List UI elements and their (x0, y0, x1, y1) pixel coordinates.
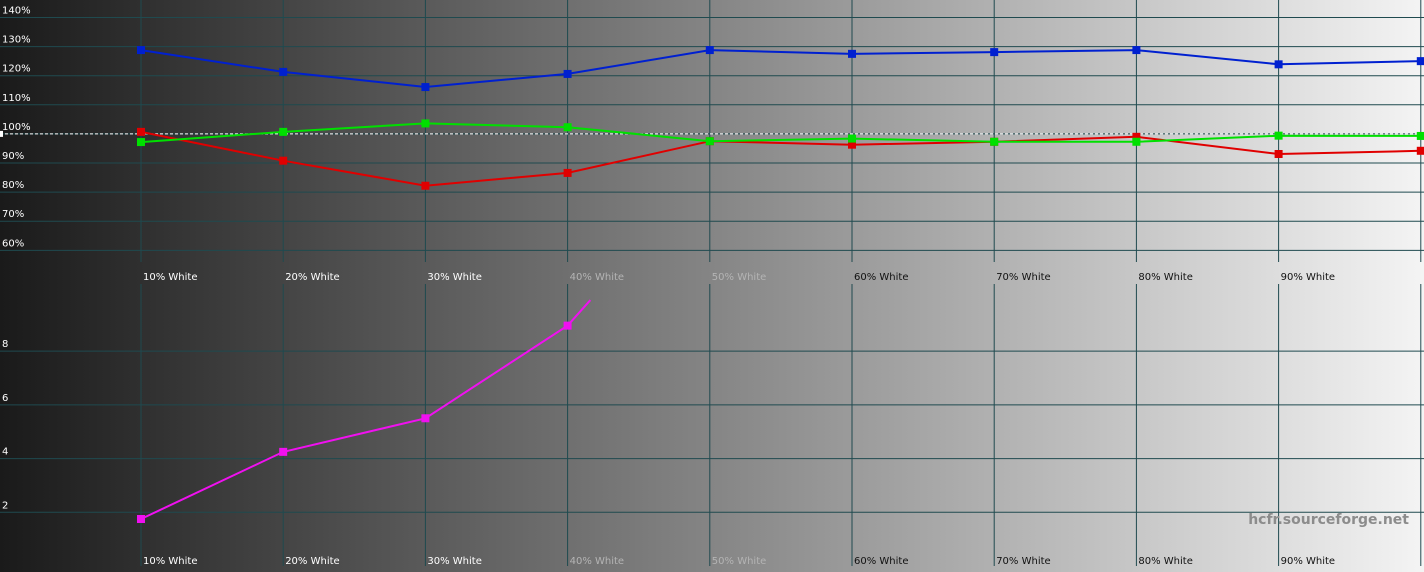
data-point-red (137, 127, 145, 136)
x-category-label: 20% White (285, 556, 339, 567)
data-point-blue (279, 67, 288, 76)
data-point-green (1132, 137, 1141, 146)
x-category-label: 30% White (427, 556, 481, 567)
x-category-label: 90% White (1281, 556, 1335, 567)
x-category-label: 90% White (1281, 272, 1335, 283)
y-tick-label: 2 (2, 500, 8, 511)
y-tick-label: 6 (2, 393, 8, 404)
data-point-green (1274, 131, 1283, 140)
y-tick-label: 120% (2, 64, 31, 75)
data-point-green (421, 119, 430, 128)
data-point-blue (563, 69, 572, 78)
y-tick-label: 4 (2, 447, 8, 458)
x-category-label: 80% White (1138, 272, 1192, 283)
y-tick-label: 70% (2, 209, 24, 220)
data-point-green (848, 134, 856, 143)
data-point-blue (1416, 57, 1424, 66)
data-point-green (563, 123, 572, 132)
data-point-red (421, 181, 430, 190)
data-point-green (990, 137, 999, 146)
x-category-label: 70% White (996, 556, 1050, 567)
y-tick-label: 60% (2, 238, 24, 249)
data-point-green (1416, 131, 1424, 140)
data-point-blue (137, 46, 145, 55)
watermark: hcfr.sourceforge.net (1248, 512, 1409, 528)
data-point-blue (990, 48, 999, 57)
y-tick-label: 140% (2, 5, 31, 16)
x-category-label: 10% White (143, 556, 197, 567)
x-category-label: 40% White (570, 272, 624, 283)
data-point-red (1416, 146, 1424, 155)
data-point-magenta (563, 321, 572, 330)
data-point-blue (705, 46, 714, 55)
data-point-blue (1274, 60, 1283, 69)
y-tick-label: 8 (2, 339, 8, 350)
x-category-label: 20% White (285, 272, 339, 283)
data-point-red (563, 168, 572, 177)
x-category-label: 40% White (570, 556, 624, 567)
x-category-label: 10% White (143, 272, 197, 283)
data-point-green (279, 127, 288, 136)
chart-background (0, 0, 1424, 572)
data-point-red (279, 156, 288, 165)
x-category-label: 60% White (854, 272, 908, 283)
x-category-label: 30% White (427, 272, 481, 283)
data-point-magenta (137, 515, 145, 523)
y-tick-label: 130% (2, 35, 31, 46)
cie-gamut-charts: 60% 70% 80% 90% 100% 110% 120% 130% 140% 10% Whit… (0, 0, 1424, 572)
data-point-magenta (279, 447, 288, 456)
data-point-blue (421, 83, 430, 92)
y-tick-label: 90% (2, 151, 24, 162)
data-point-magenta (421, 414, 430, 423)
x-category-label: 80% White (1138, 556, 1192, 567)
x-category-label: 60% White (854, 556, 908, 567)
x-category-label: 70% White (996, 272, 1050, 283)
data-point-blue (1132, 46, 1141, 55)
data-point-blue (848, 49, 856, 58)
y-tick-label: 80% (2, 180, 24, 191)
y-tick-label: 110% (2, 93, 31, 104)
x-category-label: 50% White (712, 272, 766, 283)
data-point-red (1274, 149, 1283, 158)
data-point-green (705, 137, 714, 146)
data-point-green (137, 138, 145, 147)
y-tick-label: 100% (2, 122, 31, 133)
x-category-label: 50% White (712, 556, 766, 567)
